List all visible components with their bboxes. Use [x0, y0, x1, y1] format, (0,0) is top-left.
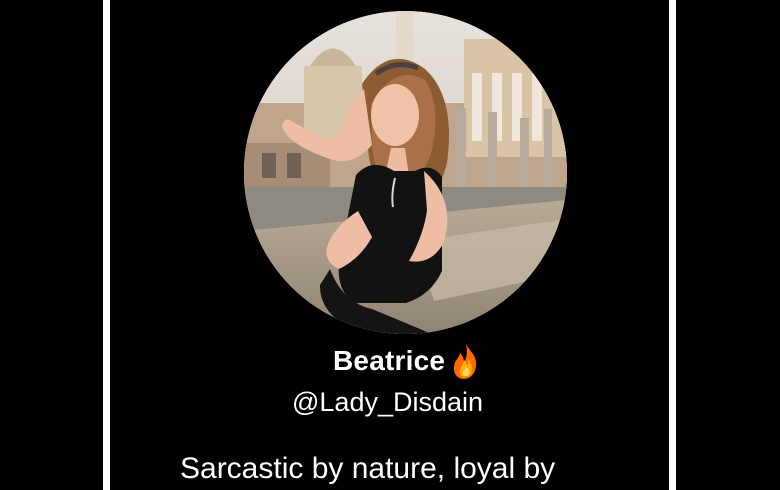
avatar[interactable] — [244, 11, 567, 334]
profile-bio: Sarcastic by nature, loyal by — [180, 452, 556, 485]
profile-handle: @Lady_Disdain — [292, 387, 484, 417]
profile-card: Beatrice @Lady_Disdain Sarcastic by natu… — [0, 0, 780, 490]
left-border-line — [103, 0, 110, 490]
profile-name-row: Beatrice — [333, 340, 482, 382]
profile-name: Beatrice — [333, 345, 446, 376]
right-border-line — [669, 0, 676, 490]
fire-icon — [451, 341, 482, 381]
